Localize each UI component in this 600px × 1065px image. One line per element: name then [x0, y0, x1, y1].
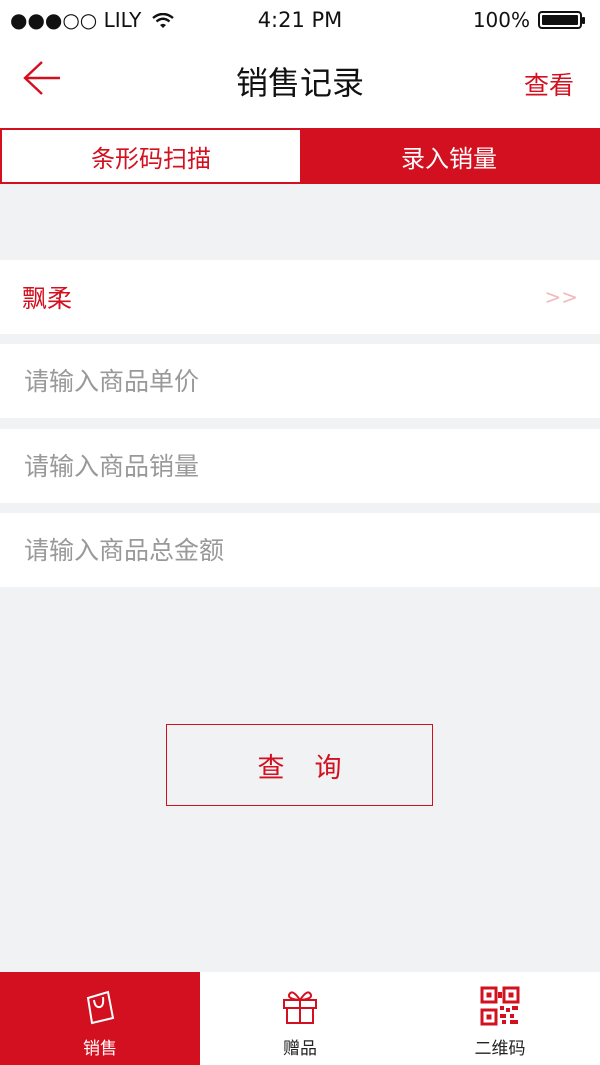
battery-status: 100% — [472, 8, 585, 32]
status-bar: ●●●○○ LILY 4:21 PM 100% — [0, 0, 600, 44]
battery-label: 100% — [472, 8, 530, 32]
unit-price-input[interactable] — [22, 365, 578, 397]
tab-gifts[interactable]: 赠品 — [200, 972, 400, 1065]
battery-icon — [538, 11, 585, 29]
tab-enter-sales[interactable]: 录入销量 — [300, 130, 598, 182]
navigation-bar: 销售记录 查看 — [0, 44, 600, 128]
quantity-row — [0, 429, 600, 503]
page-title: 销售记录 — [235, 64, 364, 102]
bottom-tab-bar: 销售 赠品 二维码 — [0, 972, 600, 1065]
tab-barcode-scan[interactable]: 条形码扫描 — [2, 130, 300, 182]
quantity-input[interactable] — [22, 450, 578, 482]
product-name: 飘柔 — [22, 284, 73, 313]
query-button[interactable]: 查询 — [166, 724, 433, 806]
segmented-control: 条形码扫描 录入销量 — [0, 128, 600, 184]
qr-code-icon — [480, 986, 520, 1026]
total-amount-input[interactable] — [22, 534, 578, 566]
gift-icon — [283, 991, 317, 1024]
tab-sales[interactable]: 销售 — [0, 972, 200, 1065]
tab-sales-label: 销售 — [83, 1039, 117, 1059]
chevron-right-icon: >> — [544, 285, 578, 309]
total-amount-row — [0, 513, 600, 587]
product-select-row[interactable]: 飘柔 >> — [0, 260, 600, 334]
unit-price-row — [0, 344, 600, 418]
shopping-bag-icon — [86, 990, 115, 1025]
tab-qrcode-label: 二维码 — [474, 1039, 526, 1059]
tab-gifts-label: 赠品 — [283, 1039, 317, 1059]
tab-qrcode[interactable]: 二维码 — [400, 972, 600, 1065]
view-button[interactable]: 查看 — [524, 66, 574, 102]
